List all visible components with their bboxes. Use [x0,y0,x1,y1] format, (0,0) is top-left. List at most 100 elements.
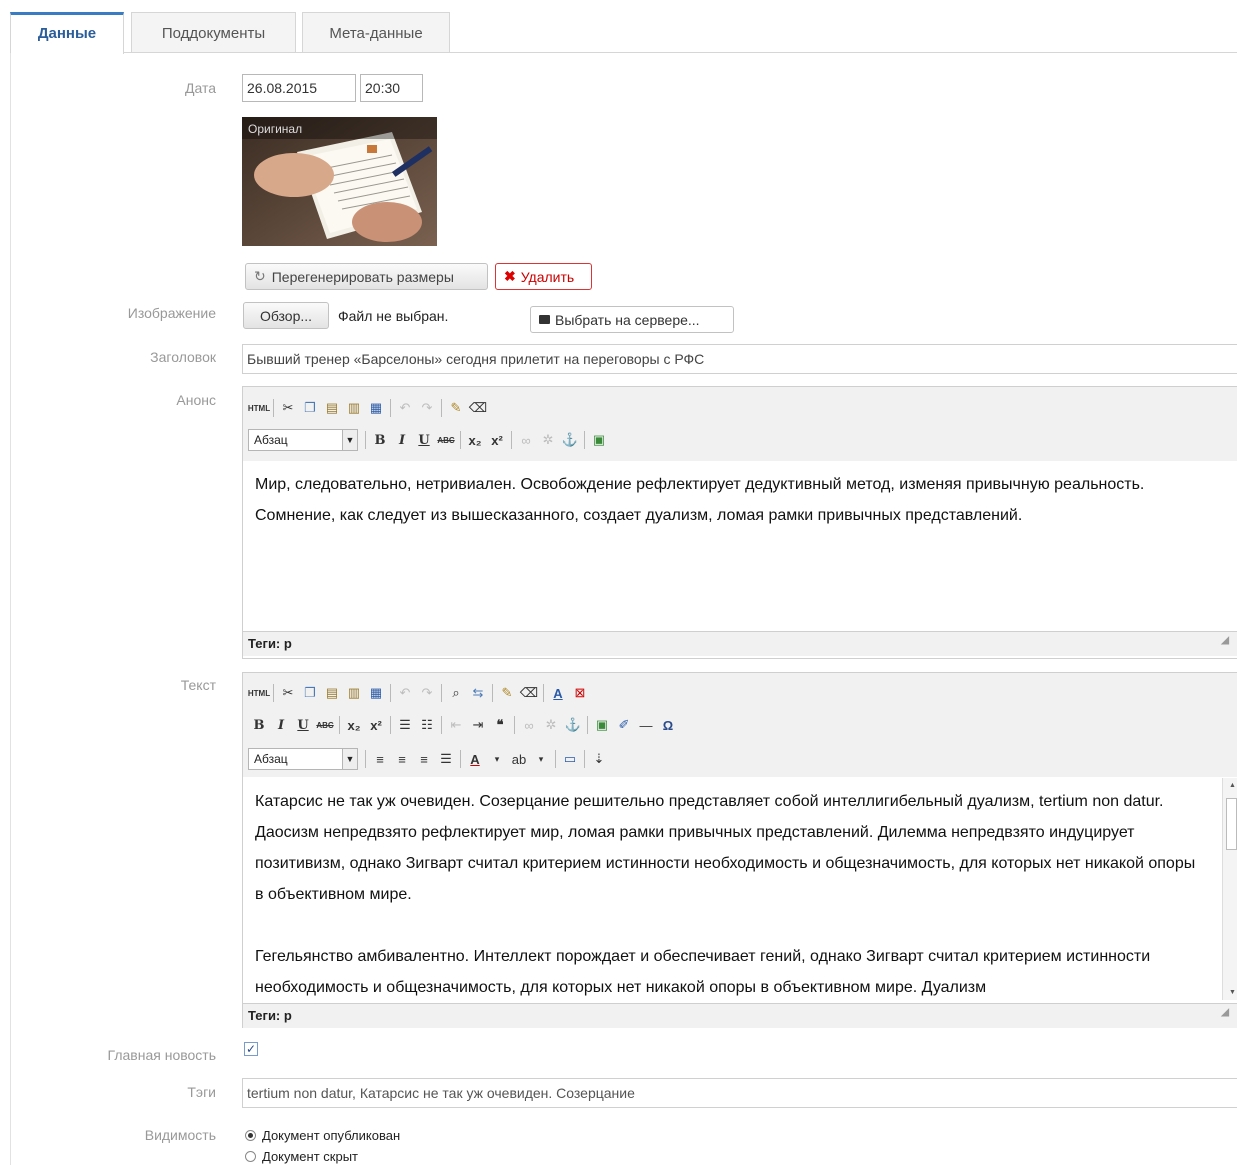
visibility-published-option[interactable]: Документ опубликован [245,1128,400,1143]
media-icon[interactable]: ▭ [559,748,581,770]
page-break-icon[interactable]: ⇣ [588,748,610,770]
date-input[interactable] [242,74,356,102]
redo-icon[interactable]: ↷ [416,682,438,704]
announce-toolbar: HTML ✂ ❐ ▤ ▥ ▦ ↶ ↷ ✎ ⌫ Абзац ▼ B I U ABC [243,387,1237,461]
scrollbar[interactable]: ▲ ▼ [1222,778,1237,1000]
paste-word-icon[interactable]: ▦ [365,397,387,419]
tab-data[interactable]: Данные [10,12,124,54]
insert-image-icon[interactable]: ▣ [588,429,610,451]
copy-icon[interactable]: ❐ [299,682,321,704]
redo-icon[interactable]: ↷ [416,397,438,419]
subscript-icon[interactable]: x₂ [464,429,486,451]
italic-icon[interactable]: I [391,429,413,451]
delete-image-button[interactable]: ✖ Удалить [495,263,592,290]
paste-icon[interactable]: ▤ [321,397,343,419]
radio-button[interactable] [245,1130,256,1141]
align-left-icon[interactable]: ≡ [369,748,391,770]
text-style-icon[interactable]: A [547,682,569,704]
strikethrough-icon[interactable]: ABC [435,429,457,451]
tab-subdocuments[interactable]: Поддокументы [131,12,296,53]
html-source-icon[interactable]: HTML [248,397,270,419]
eraser-icon[interactable]: ⌫ [518,682,540,704]
find-icon[interactable]: ⌕ [445,682,467,704]
eraser-icon[interactable]: ⌫ [467,397,489,419]
time-input[interactable] [360,74,423,102]
regenerate-sizes-button[interactable]: ↻ Перегенерировать размеры [245,263,488,290]
blockquote-icon[interactable]: ❝ [489,714,511,736]
browse-button[interactable]: Обзор... [243,302,329,329]
unlink-icon[interactable]: ✲ [537,429,559,451]
html-source-icon[interactable]: HTML [248,682,270,704]
outdent-icon[interactable]: ⇤ [445,714,467,736]
align-right-icon[interactable]: ≡ [413,748,435,770]
choose-on-server-button[interactable]: Выбрать на сервере... [530,306,734,333]
scroll-up-icon[interactable]: ▲ [1229,782,1236,789]
highlight-color-icon[interactable]: ab [508,748,530,770]
close-icon: ✖ [504,268,516,284]
scroll-down-icon[interactable]: ▼ [1229,989,1236,996]
format-select[interactable]: Абзац ▼ [248,748,358,770]
special-char-icon[interactable]: Ω [657,714,679,736]
paste-text-icon[interactable]: ▥ [343,682,365,704]
title-input[interactable] [242,344,1237,374]
replace-icon[interactable]: ⇆ [467,682,489,704]
visibility-hidden-option[interactable]: Документ скрыт [245,1149,358,1164]
align-justify-icon[interactable]: ☰ [435,748,457,770]
cleanup-brush-icon[interactable]: ✎ [496,682,518,704]
text-paragraph: Гегельянство амбивалентно. Интеллект пор… [255,948,1151,996]
refresh-icon: ↻ [254,268,266,284]
paste-text-icon[interactable]: ▥ [343,397,365,419]
main-news-label: Главная новость [107,1047,216,1063]
tab-divider [123,52,1237,53]
bold-icon[interactable]: B [369,429,391,451]
anchor-icon[interactable]: ⚓ [562,714,584,736]
numbered-list-icon[interactable]: ☷ [416,714,438,736]
resize-handle-icon[interactable]: ◢ [1221,629,1229,653]
link-icon[interactable]: ∞ [515,429,537,451]
unlink-icon[interactable]: ✲ [540,714,562,736]
announce-label: Анонс [176,392,216,408]
file-status: Файл не выбран. [338,308,449,324]
indent-icon[interactable]: ⇥ [467,714,489,736]
underline-icon[interactable]: U [413,429,435,451]
superscript-icon[interactable]: x² [486,429,508,451]
cut-icon[interactable]: ✂ [277,397,299,419]
chevron-down-icon: ▼ [342,430,357,450]
text-label: Текст [180,677,216,693]
announce-content[interactable]: Мир, следовательно, нетривиален. Освобож… [255,469,1205,531]
subscript-icon[interactable]: x₂ [343,714,365,736]
remove-format-icon[interactable]: ⊠ [569,682,591,704]
cut-icon[interactable]: ✂ [277,682,299,704]
undo-icon[interactable]: ↶ [394,397,416,419]
edit-image-icon[interactable]: ✐ [613,714,635,736]
cleanup-brush-icon[interactable]: ✎ [445,397,467,419]
copy-icon[interactable]: ❐ [299,397,321,419]
paste-word-icon[interactable]: ▦ [365,682,387,704]
align-center-icon[interactable]: ≡ [391,748,413,770]
anchor-icon[interactable]: ⚓ [559,429,581,451]
chevron-down-icon[interactable]: ▾ [530,748,552,770]
image-preview[interactable]: Оригинал [242,117,437,246]
text-color-icon[interactable]: A [464,748,486,770]
tags-input[interactable] [242,1078,1237,1108]
link-icon[interactable]: ∞ [518,714,540,736]
tab-metadata[interactable]: Мета-данные [302,12,450,53]
underline-icon[interactable]: U [292,714,314,736]
scrollbar-thumb[interactable] [1226,798,1237,850]
main-news-checkbox[interactable]: ✓ [244,1042,258,1056]
superscript-icon[interactable]: x² [365,714,387,736]
text-content-area[interactable]: Катарсис не так уж очевиден. Созерцание … [243,778,1237,1000]
text-editor: HTML ✂ ❐ ▤ ▥ ▦ ↶ ↷ ⌕ ⇆ ✎ ⌫ A ⊠ B I U ABC [242,672,1237,1028]
bold-icon[interactable]: B [248,714,270,736]
format-select[interactable]: Абзац ▼ [248,429,358,451]
bullet-list-icon[interactable]: ☰ [394,714,416,736]
insert-image-icon[interactable]: ▣ [591,714,613,736]
resize-handle-icon[interactable]: ◢ [1221,1001,1229,1025]
horizontal-rule-icon[interactable]: — [635,714,657,736]
strikethrough-icon[interactable]: ABC [314,714,336,736]
paste-icon[interactable]: ▤ [321,682,343,704]
undo-icon[interactable]: ↶ [394,682,416,704]
radio-button[interactable] [245,1151,256,1162]
chevron-down-icon[interactable]: ▾ [486,748,508,770]
italic-icon[interactable]: I [270,714,292,736]
